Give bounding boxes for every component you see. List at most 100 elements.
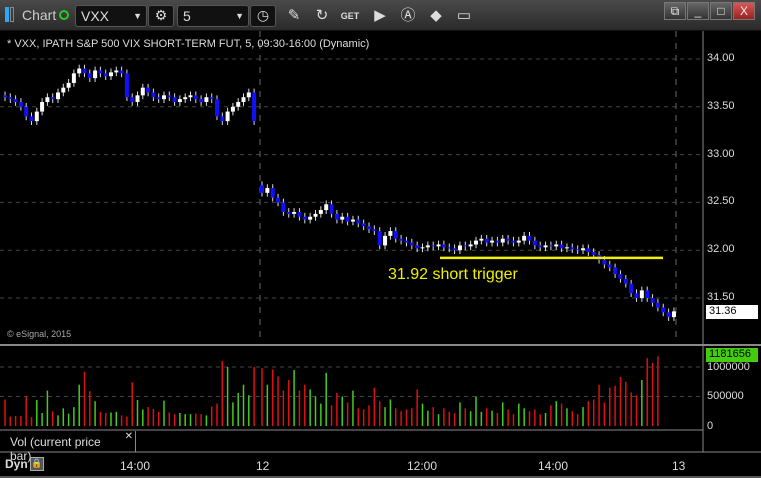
candle [415,245,420,249]
last-volume-badge: 1181656 [706,348,758,362]
candle [215,99,219,117]
candle [297,211,302,217]
candle [286,211,291,214]
candle [270,188,275,198]
copyright: © eSignal, 2015 [7,329,72,339]
candle [538,245,543,248]
candle [350,219,355,222]
candle [162,95,166,100]
candle [109,72,113,77]
candle [130,97,135,103]
candle [581,248,585,251]
x-tick: 14:00 [120,459,151,473]
x-tick: 14:00 [538,459,569,473]
candle [441,244,446,248]
candle [602,259,607,265]
candle [495,240,500,243]
candle [8,97,13,100]
candle [559,244,564,249]
candle [484,238,489,243]
candle [324,204,329,211]
candle [399,238,404,241]
candle [586,248,591,253]
candle [103,73,108,77]
candle [436,244,441,247]
candle [575,249,580,251]
candle [61,87,66,93]
candle [66,82,71,88]
chart-title: * VXX, IPATH S&P 500 VIX SHORT-TERM FUT,… [7,38,370,50]
candle [114,70,119,73]
candle [511,240,516,243]
candle [183,97,188,100]
candle [124,73,129,98]
candle [24,106,29,117]
candle [591,252,596,255]
candle [377,231,382,246]
close-icon[interactable]: ✕ [125,431,133,442]
candle [564,247,569,249]
candle [260,185,264,193]
last-price: 31.36 [709,305,737,317]
candle [431,245,436,247]
candle [463,245,468,247]
candle [639,290,644,298]
candle [666,312,671,318]
candle [516,240,521,243]
candle [404,240,409,243]
candle [177,99,182,103]
candle [345,216,350,222]
candle [313,213,318,217]
candle [329,204,334,214]
candle [629,283,634,294]
candle [334,213,339,220]
candle [554,244,559,247]
candle [204,97,209,103]
candle [618,274,623,279]
candle [490,240,495,243]
candle [34,111,39,122]
candle [650,298,655,303]
candle [302,216,307,220]
candle [393,231,398,239]
candle [146,87,151,93]
candle [56,92,60,100]
last-price-badge: 31.36 [706,305,758,319]
price-tick: 32.00 [707,243,735,256]
candle [93,70,98,79]
candle [193,95,198,100]
price-tick: 31.50 [707,291,735,303]
lock-icon[interactable]: 🔒 [30,457,44,471]
candle [252,92,257,122]
candle [172,97,177,103]
candle [140,87,145,96]
candle [241,97,246,103]
candle [308,216,313,220]
candle [543,245,548,248]
candle [532,240,537,246]
candle [645,290,650,298]
candle [661,307,666,313]
candle [77,68,82,74]
candle [246,92,251,98]
candle [276,197,281,203]
candle [40,102,45,112]
candle [548,245,553,247]
candle [623,278,628,284]
x-tick: 13 [672,459,686,473]
candle [3,95,7,98]
price-chart[interactable] [0,0,761,478]
candle [45,97,50,103]
candle [318,210,323,214]
candle [570,247,575,250]
candle [167,95,172,98]
candle [199,99,204,103]
candle [29,116,34,122]
candle [230,106,235,112]
candle [156,97,161,100]
price-tick: 32.50 [707,195,735,208]
candle [188,95,193,98]
price-tick: 34.00 [707,52,735,64]
candle [18,102,23,107]
volume-study-label[interactable]: Vol (current price bar) ✕ [0,431,136,463]
